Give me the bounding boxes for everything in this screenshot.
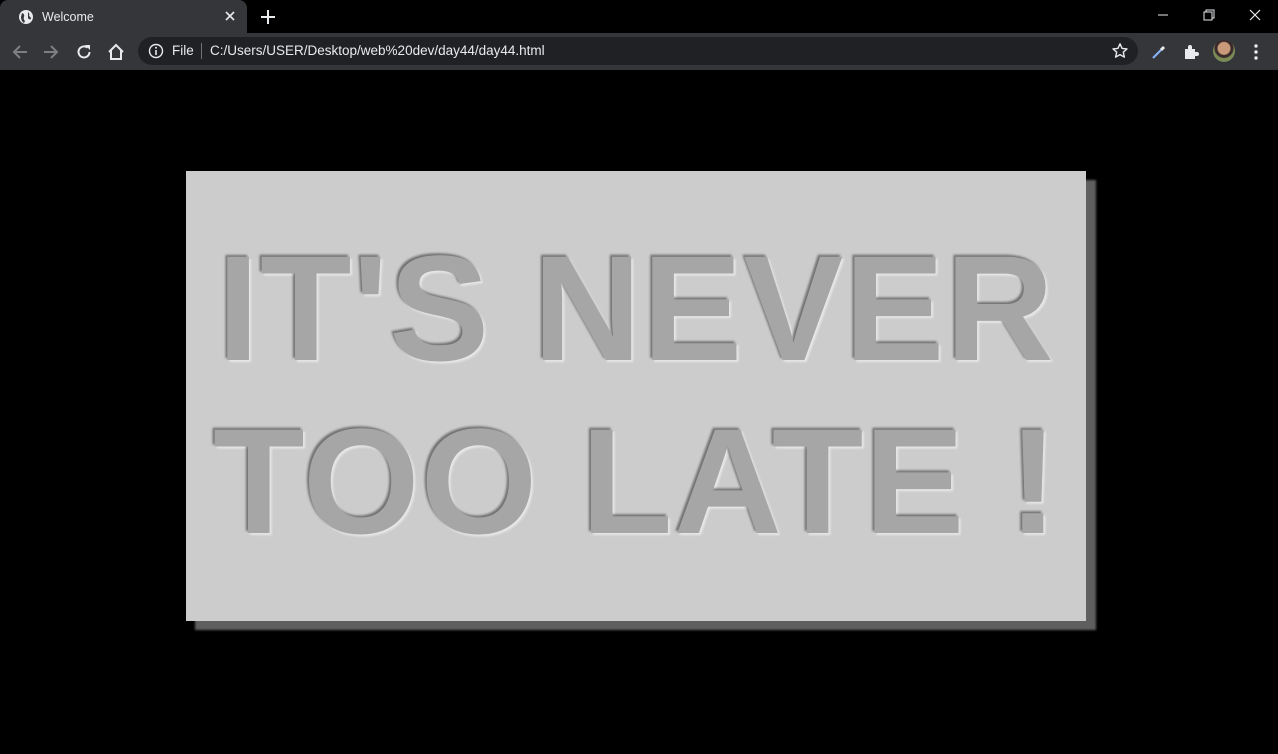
new-tab-icon[interactable] [258,7,278,27]
reload-icon [77,45,91,59]
close-tab-icon[interactable] [223,9,237,23]
home-icon [108,43,124,60]
forward-button[interactable] [38,39,64,65]
back-button[interactable] [7,39,33,65]
close-window-icon[interactable] [1232,0,1278,30]
minimize-icon[interactable] [1140,0,1186,30]
eyedropper-icon[interactable] [1148,41,1170,63]
restore-icon[interactable] [1186,0,1232,30]
browser-toolbar: File C:/Users/USER/Desktop/web%20dev/day… [0,33,1278,70]
tab-title: Welcome [42,9,94,24]
profile-avatar[interactable] [1213,40,1235,62]
page-viewport: IT'S NEVER TOO LATE ! [0,70,1278,754]
globe-icon [19,9,33,24]
arrow-right-icon [44,45,59,59]
quote-line-1: IT'S NEVER [217,224,1055,392]
home-button[interactable] [103,39,129,65]
star-icon[interactable] [1111,42,1129,60]
info-icon[interactable] [148,43,164,59]
url-text[interactable]: C:/Users/USER/Desktop/web%20dev/day44/da… [210,43,545,58]
quote-line-2: TOO LATE ! [212,397,1060,565]
quote-card: IT'S NEVER TOO LATE ! [186,171,1086,621]
puzzle-icon[interactable] [1180,41,1202,63]
address-bar[interactable]: File C:/Users/USER/Desktop/web%20dev/day… [138,37,1138,65]
arrow-left-icon [12,45,27,59]
omnibox-divider [201,43,202,59]
scheme-label: File [172,43,194,58]
kebab-menu-icon[interactable] [1245,41,1267,63]
reload-button[interactable] [71,39,97,65]
tab-strip: Welcome [0,0,1278,33]
browser-tab[interactable]: Welcome [0,0,247,33]
